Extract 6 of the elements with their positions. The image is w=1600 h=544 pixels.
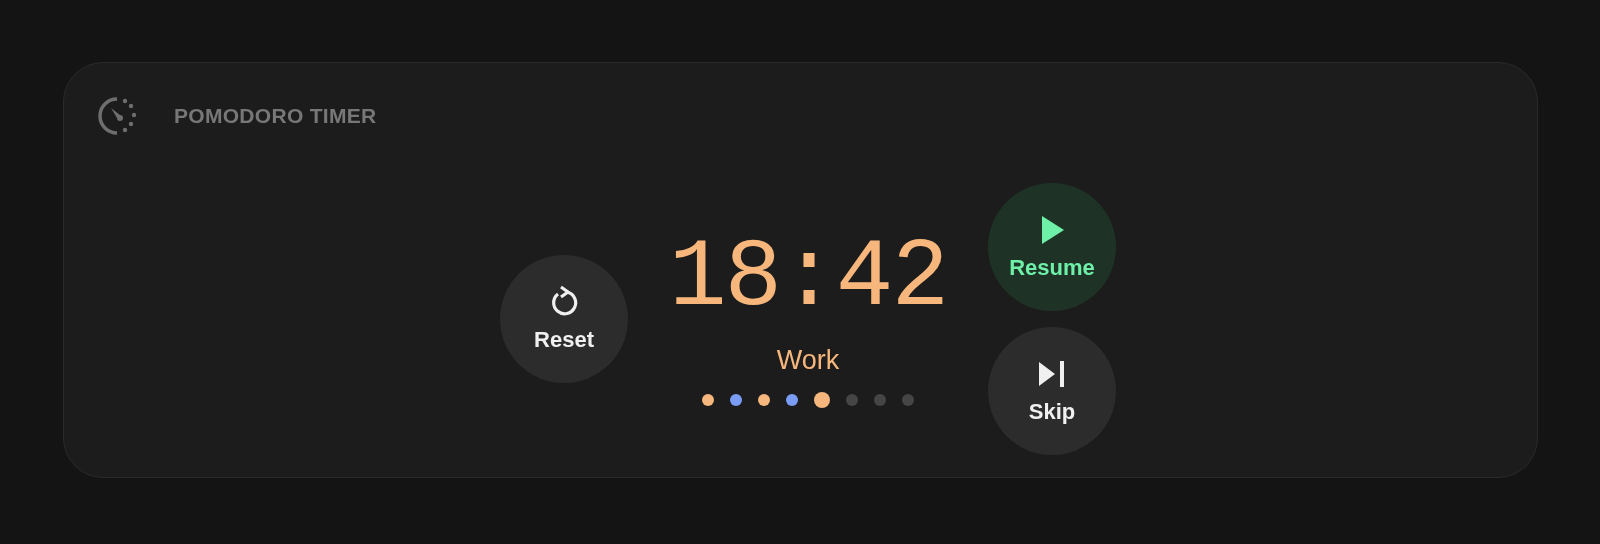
phase-label: Work	[776, 344, 840, 376]
app-title: POMODORO TIMER	[174, 104, 377, 128]
timer-display: 18:42	[668, 230, 947, 327]
reset-button[interactable]: Reset	[500, 255, 628, 383]
play-button[interactable]: Resume	[988, 183, 1116, 311]
skip-button[interactable]: Skip	[988, 327, 1116, 455]
